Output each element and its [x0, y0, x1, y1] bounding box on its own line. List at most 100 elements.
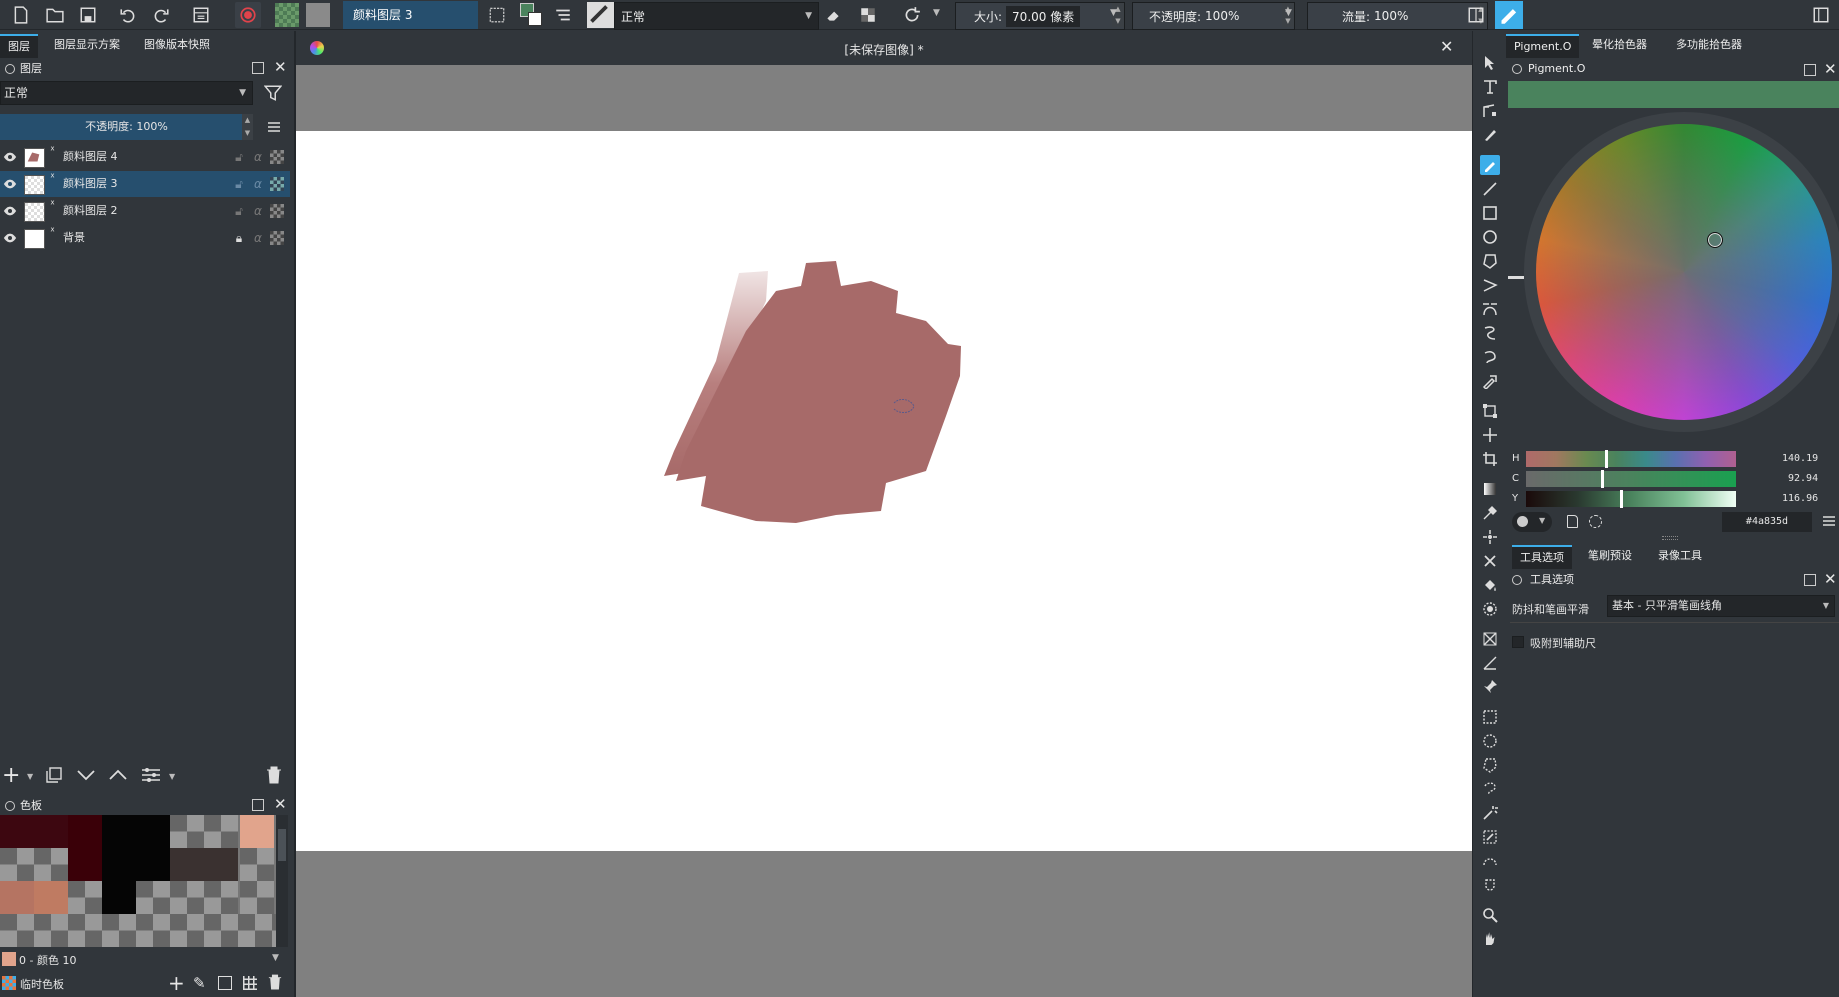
palette-swatch[interactable]	[0, 914, 276, 947]
rectangle-tool-icon[interactable]	[1480, 203, 1500, 223]
inherit-alpha-icon[interactable]	[270, 150, 284, 164]
layer-row[interactable]: ᕽ 背景 🔒︎ α	[0, 225, 290, 251]
wrap-around-mode-icon[interactable]	[1495, 1, 1523, 29]
palette-swatch[interactable]	[68, 848, 102, 881]
alpha-icon[interactable]: α	[251, 204, 265, 218]
tab-brush-presets[interactable]: 笔刷预设	[1580, 545, 1640, 567]
fg-bg-color-icon[interactable]	[520, 3, 544, 27]
delete-layer-icon[interactable]	[266, 766, 282, 784]
palette-swatch[interactable]	[0, 881, 34, 914]
pattern-preset-swatch[interactable]	[306, 3, 330, 27]
open-folder-icon[interactable]	[44, 4, 66, 26]
float-panel-icon[interactable]	[252, 799, 264, 811]
freehand-brush-tool-icon[interactable]	[1480, 155, 1500, 175]
calligraphy-tool-icon[interactable]	[1480, 125, 1500, 145]
current-layer-name[interactable]: 颜料图层 3	[343, 1, 478, 29]
add-layer-icon[interactable]: +	[2, 764, 20, 788]
wheel-side-handle[interactable]	[1508, 276, 1524, 279]
smoothing-select[interactable]: 基本 - 只平滑笔画线角 ▼	[1607, 595, 1835, 617]
move-tool-icon[interactable]	[1480, 425, 1500, 445]
palette-scrollbar[interactable]	[276, 815, 288, 947]
layer-blend-mode-select[interactable]: 正常 ▼	[0, 81, 253, 105]
palette-swatch[interactable]	[170, 881, 204, 914]
palette-selected-row[interactable]: 0 - 颜色 10 ▼	[0, 948, 288, 970]
snap-checkbox[interactable]	[1512, 636, 1524, 648]
edit-shapes-tool-icon[interactable]	[1480, 101, 1500, 121]
freehand-path-tool-icon[interactable]	[1480, 323, 1500, 343]
chevron-down-icon[interactable]: ▼	[27, 772, 33, 781]
dynamic-brush-tool-icon[interactable]	[1480, 347, 1500, 367]
polygon-selection-tool-icon[interactable]	[1480, 755, 1500, 775]
close-icon[interactable]: ✕	[1824, 60, 1837, 78]
color-mode-toggle[interactable]: ▼	[1512, 512, 1552, 532]
save-icon[interactable]	[77, 4, 99, 26]
unlock-icon[interactable]: 🔓︎	[232, 150, 246, 164]
float-panel-icon[interactable]	[1804, 574, 1816, 586]
eye-icon[interactable]	[3, 231, 17, 245]
layer-row[interactable]: ᕽ 颜料图层 2 🔓︎ α	[0, 198, 290, 224]
chevron-down-icon[interactable]: ▼	[933, 8, 940, 18]
inherit-alpha-icon[interactable]	[270, 231, 284, 245]
settings-panel-icon[interactable]	[190, 4, 212, 26]
close-document-icon[interactable]: ✕	[1440, 37, 1453, 56]
crop-tool-icon[interactable]	[1480, 449, 1500, 469]
brush-preset-icon[interactable]	[587, 2, 614, 28]
tab-multi-picker[interactable]: 多功能拾色器	[1668, 34, 1750, 56]
flow-field[interactable]: 流量: 100% ▲ ▼	[1307, 2, 1488, 30]
assistant-tool-icon[interactable]	[1480, 551, 1500, 571]
undo-icon[interactable]	[117, 4, 139, 26]
inherit-alpha-icon[interactable]	[270, 204, 284, 218]
polyline-tool-icon[interactable]	[1480, 275, 1500, 295]
palette-swatch[interactable]	[136, 881, 170, 914]
alpha-lock-icon[interactable]	[857, 4, 879, 26]
palette-swatch[interactable]	[102, 815, 136, 848]
inherit-alpha-icon[interactable]	[270, 177, 284, 191]
gradient-preset-swatch[interactable]	[275, 3, 299, 27]
lock-icon[interactable]: 🔒︎	[232, 231, 246, 245]
palette-swatch[interactable]	[240, 881, 274, 914]
tab-tool-options[interactable]: 工具选项	[1512, 545, 1572, 569]
slider-h-handle[interactable]	[1604, 450, 1608, 468]
slider-c[interactable]	[1526, 471, 1736, 487]
panel-lock-icon[interactable]	[1512, 575, 1522, 585]
unlock-icon[interactable]: 🔓︎	[232, 204, 246, 218]
brush-options-icon[interactable]	[552, 4, 574, 26]
workspace-icon[interactable]	[1810, 4, 1832, 26]
palette-swatch[interactable]	[68, 815, 102, 848]
layer-properties-icon[interactable]	[141, 767, 161, 783]
ellipse-tool-icon[interactable]	[1480, 227, 1500, 247]
alpha-icon[interactable]: α	[251, 231, 265, 245]
rectangle-selection-tool-icon[interactable]	[1480, 707, 1500, 727]
smart-patch-tool-icon[interactable]	[1480, 527, 1500, 547]
chevron-down-icon[interactable]: ▼	[1285, 8, 1292, 18]
move-layer-up-icon[interactable]	[108, 767, 128, 783]
palette-swatch[interactable]	[0, 815, 34, 848]
palette-grid[interactable]	[0, 815, 276, 947]
magnetic-selection-tool-icon[interactable]	[1480, 875, 1500, 895]
save-palette-icon[interactable]	[218, 976, 232, 990]
reference-pin-tool-icon[interactable]	[1480, 677, 1500, 697]
pan-tool-icon[interactable]	[1480, 929, 1500, 949]
palette-swatch[interactable]	[136, 815, 170, 848]
measure-tool-icon[interactable]	[1480, 653, 1500, 673]
tab-smudge-picker[interactable]: 晕化拾色器	[1584, 34, 1655, 56]
polygon-tool-icon[interactable]	[1480, 251, 1500, 271]
palette-swatch[interactable]	[204, 815, 238, 848]
panel-lock-icon[interactable]	[1512, 64, 1522, 74]
panel-lock-icon[interactable]	[5, 801, 15, 811]
palette-swatch[interactable]	[102, 848, 136, 881]
multibrush-tool-icon[interactable]	[1480, 371, 1500, 391]
layer-row[interactable]: ᕽ 颜料图层 3 🔓︎ α	[0, 171, 290, 197]
edit-icon[interactable]: ✎	[193, 974, 206, 992]
mirror-icon[interactable]	[1465, 4, 1487, 26]
bezier-selection-tool-icon[interactable]	[1480, 851, 1500, 871]
unlock-icon[interactable]: 🔓︎	[232, 177, 246, 191]
float-panel-icon[interactable]	[252, 62, 264, 74]
enclose-fill-tool-icon[interactable]	[1480, 599, 1500, 619]
slider-h[interactable]	[1526, 451, 1736, 467]
layer-opacity-slider[interactable]: 不透明度: 100%	[0, 114, 253, 140]
filter-icon[interactable]	[263, 84, 284, 104]
alpha-icon[interactable]: α	[251, 177, 265, 191]
duplicate-layer-icon[interactable]	[46, 767, 62, 783]
new-document-icon[interactable]	[10, 4, 32, 26]
